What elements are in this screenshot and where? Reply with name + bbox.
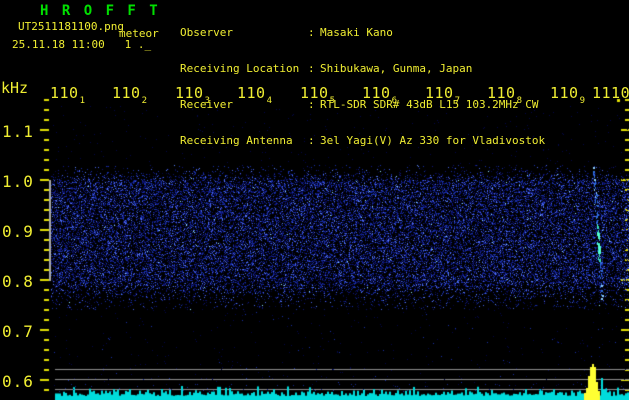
freq-axis-unit: kHz [1, 79, 29, 97]
freq-tick-label: 0.7 [2, 322, 34, 341]
time-tick-label: 1108 [487, 84, 523, 106]
info-separator: : [308, 26, 315, 39]
time-tick-label: 1102 [112, 84, 148, 106]
info-row-observer: Observer: Masaki Kano [180, 27, 545, 39]
time-tick-minute: 7 [454, 96, 461, 106]
time-tick-label: 1107 [425, 84, 461, 106]
time-tick-minute: 5 [329, 96, 336, 106]
hrofft-window: H R O F F T UT2511181100.png meteor 25.1… [0, 0, 629, 400]
freq-tick-label: 0.8 [2, 272, 34, 291]
time-tick-label: 1104 [237, 84, 273, 106]
freq-tick-label: 1.0 [2, 172, 34, 191]
time-tick-label: 1101 [50, 84, 86, 106]
info-value: Masaki Kano [320, 26, 393, 39]
info-row-location: Receiving Location: Shibukawa, Gunma, Jap… [180, 63, 545, 75]
time-tick-label: 1105 [300, 84, 336, 106]
info-label: Observer [180, 26, 233, 39]
info-label: Receiving Antenna [180, 134, 293, 147]
info-label: Receiving Location [180, 62, 300, 75]
time-tick-minute: 9 [579, 96, 586, 106]
time-tick-label: 1106 [362, 84, 398, 106]
time-tick-label: 1109 [550, 84, 586, 106]
info-row-antenna: Receiving Antenna:3el Yagi(V) Az 330 for… [180, 135, 545, 147]
info-value: Shibukawa, Gunma, Japan [320, 62, 473, 75]
time-tick-minute: 2 [141, 96, 148, 106]
freq-tick-label: 0.9 [2, 222, 34, 241]
freq-tick-label: 1.1 [2, 122, 34, 141]
time-tick-label: 1110 [592, 84, 629, 102]
output-filename: UT2511181100.png [18, 20, 124, 33]
time-tick-label: 1103 [175, 84, 211, 106]
freq-tick-label: 0.6 [2, 372, 34, 391]
app-title: H R O F F T [40, 3, 161, 19]
time-tick-minute: 6 [391, 96, 398, 106]
time-tick-minute: 3 [204, 96, 211, 106]
time-tick-minute: 1 [79, 96, 86, 106]
time-tick-minute: 4 [266, 96, 273, 106]
info-separator: : [308, 62, 315, 75]
datetime-count-line: 25.11.18 11:00 1 ._ [12, 38, 152, 51]
info-value: 3el Yagi(V) Az 330 for Vladivostok [320, 134, 546, 147]
info-separator: : [308, 134, 315, 147]
time-tick-minute: 8 [516, 96, 523, 106]
